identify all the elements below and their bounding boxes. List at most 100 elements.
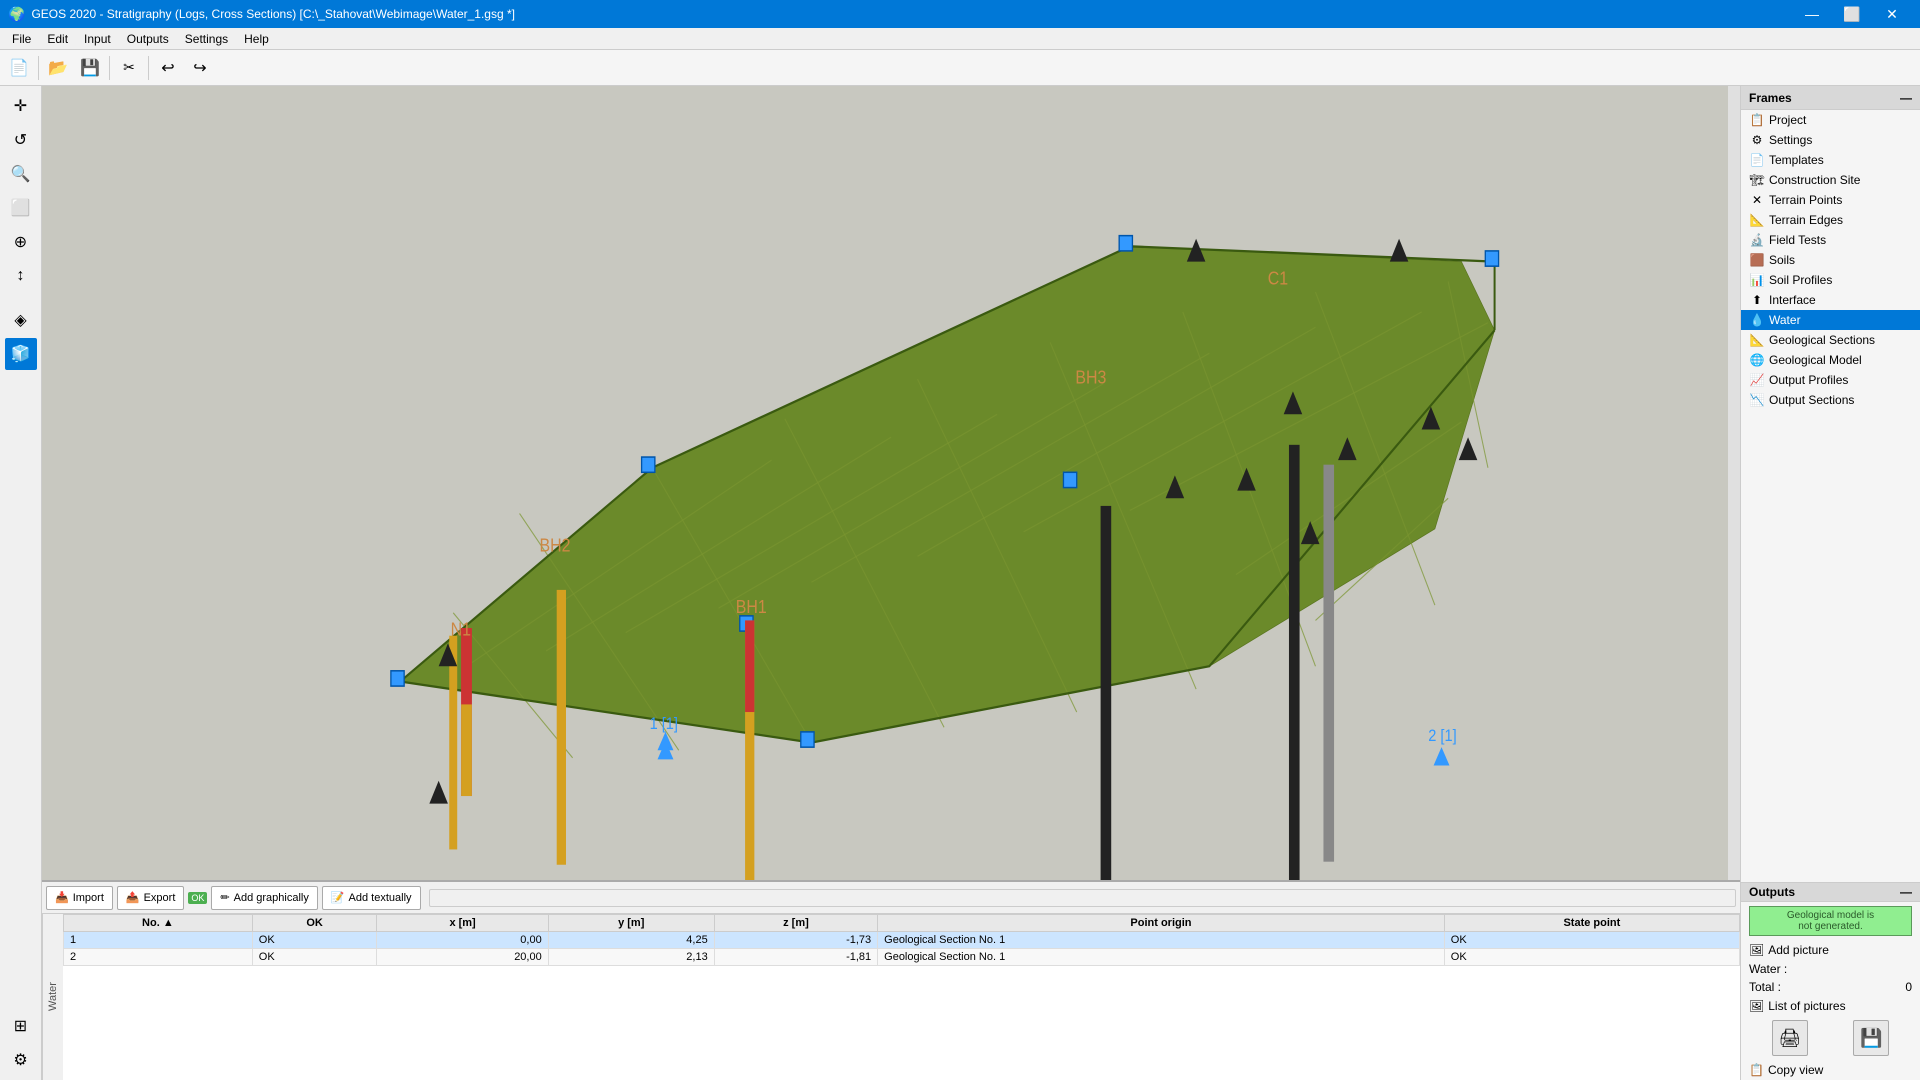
- bottom-scrollbar[interactable]: [429, 889, 1736, 907]
- window-controls: — ⬜ ✕: [1792, 0, 1912, 28]
- open-button[interactable]: 📂: [43, 54, 73, 82]
- export-button[interactable]: 📤 Export: [117, 886, 185, 910]
- title-bar: 🌍 GEOS 2020 - Stratigraphy (Logs, Cross …: [0, 0, 1920, 28]
- grid-tool-button[interactable]: ⊞: [5, 1010, 37, 1042]
- table-cell: 1: [64, 932, 253, 949]
- frame-icon: 📊: [1749, 273, 1765, 287]
- redo-button[interactable]: ↪: [185, 54, 215, 82]
- frame-item-field-tests[interactable]: 🔬Field Tests: [1741, 230, 1920, 250]
- import-button[interactable]: 📥 Import: [46, 886, 113, 910]
- col-x: x [m]: [377, 915, 548, 932]
- table-cell: 2: [64, 949, 253, 966]
- resize-tool-button[interactable]: ↕: [5, 260, 37, 292]
- frame-item-terrain-points[interactable]: ✕Terrain Points: [1741, 190, 1920, 210]
- add-textually-button[interactable]: 📝 Add textually: [322, 886, 421, 910]
- 3d-tool-button[interactable]: 🧊: [5, 338, 37, 370]
- toolbar-separator-1: [38, 56, 39, 80]
- col-y: y [m]: [548, 915, 714, 932]
- frame-label: Field Tests: [1769, 233, 1826, 247]
- table-cell: Geological Section No. 1: [878, 949, 1445, 966]
- list-pictures-item[interactable]: 🖼 List of pictures: [1741, 996, 1920, 1016]
- move-tool-button[interactable]: ✛: [5, 90, 37, 122]
- col-z: z [m]: [714, 915, 877, 932]
- frame-item-geological-model[interactable]: 🌐Geological Model: [1741, 350, 1920, 370]
- toolbar: 📄 📂 💾 ✂ ↩ ↪: [0, 50, 1920, 86]
- frame-label: Output Profiles: [1769, 373, 1848, 387]
- frames-collapse-icon[interactable]: —: [1900, 91, 1912, 105]
- frame-icon: 🌐: [1749, 353, 1765, 367]
- output-icon-row: 🖨 💾: [1741, 1016, 1920, 1060]
- table-body: 1OK0,004,25-1,73Geological Section No. 1…: [64, 932, 1740, 966]
- frame-item-output-profiles[interactable]: 📈Output Profiles: [1741, 370, 1920, 390]
- add-tool-button[interactable]: ⊕: [5, 226, 37, 258]
- menu-outputs[interactable]: Outputs: [119, 30, 177, 48]
- scene-svg: 1 [1] 2 [1] C1 BH3 BH2 BH1 N1: [42, 86, 1740, 880]
- select-tool-button[interactable]: ⬜: [5, 192, 37, 224]
- frame-label: Soils: [1769, 253, 1795, 267]
- snap-tool-button[interactable]: ◈: [5, 304, 37, 336]
- print-button[interactable]: 🖨: [1772, 1020, 1808, 1056]
- menu-bar: File Edit Input Outputs Settings Help: [0, 28, 1920, 50]
- col-origin: Point origin: [878, 915, 1445, 932]
- window-title: GEOS 2020 - Stratigraphy (Logs, Cross Se…: [31, 7, 515, 21]
- frame-label: Settings: [1769, 133, 1812, 147]
- table-cell: OK: [1444, 949, 1739, 966]
- copy-view-row[interactable]: 📋 Copy view: [1741, 1060, 1920, 1080]
- add-graphically-button[interactable]: ✏ Add graphically: [211, 886, 317, 910]
- frame-item-construction-site[interactable]: 🏗Construction Site: [1741, 170, 1920, 190]
- undo-button[interactable]: ↩: [153, 54, 183, 82]
- frame-item-interface[interactable]: ⬆ Interface: [1741, 290, 1920, 310]
- save-output-button[interactable]: 💾: [1853, 1020, 1889, 1056]
- frame-item-water[interactable]: 💧Water: [1741, 310, 1920, 330]
- frame-item-terrain-edges[interactable]: 📐Terrain Edges: [1741, 210, 1920, 230]
- svg-text:BH3: BH3: [1075, 367, 1106, 388]
- frame-icon: ✕: [1749, 193, 1765, 207]
- menu-settings[interactable]: Settings: [177, 30, 236, 48]
- viewport[interactable]: 1 [1] 2 [1] C1 BH3 BH2 BH1 N1: [42, 86, 1740, 880]
- table-row[interactable]: 1OK0,004,25-1,73Geological Section No. 1…: [64, 932, 1740, 949]
- frame-item-templates[interactable]: 📄Templates: [1741, 150, 1920, 170]
- frame-item-soil-profiles[interactable]: 📊 Soil Profiles: [1741, 270, 1920, 290]
- frame-icon: ⚙: [1749, 133, 1765, 147]
- menu-file[interactable]: File: [4, 30, 39, 48]
- scissor-button[interactable]: ✂: [114, 54, 144, 82]
- add-picture-item[interactable]: 🖼 Add picture: [1741, 940, 1920, 960]
- ok-badge: OK: [188, 892, 207, 904]
- minimize-button[interactable]: —: [1792, 0, 1832, 28]
- frame-item-soils[interactable]: 🟫Soils: [1741, 250, 1920, 270]
- viewport-scrollbar[interactable]: [1728, 86, 1740, 880]
- zoom-tool-button[interactable]: 🔍: [5, 158, 37, 190]
- frame-icon: ⬆: [1749, 293, 1765, 307]
- menu-help[interactable]: Help: [236, 30, 277, 48]
- close-button[interactable]: ✕: [1872, 0, 1912, 28]
- frame-item-output-sections[interactable]: 📉Output Sections: [1741, 390, 1920, 410]
- rotate-tool-button[interactable]: ↺: [5, 124, 37, 156]
- frame-item-geological-sections[interactable]: 📐Geological Sections: [1741, 330, 1920, 350]
- table-cell: OK: [1444, 932, 1739, 949]
- frame-icon: 📐: [1749, 333, 1765, 347]
- frame-label: Interface: [1769, 293, 1816, 307]
- save-button[interactable]: 💾: [75, 54, 105, 82]
- frame-item-project[interactable]: 📋Project: [1741, 110, 1920, 130]
- new-button[interactable]: 📄: [4, 54, 34, 82]
- toolbar-separator-3: [148, 56, 149, 80]
- menu-edit[interactable]: Edit: [39, 30, 76, 48]
- outputs-collapse-icon[interactable]: —: [1900, 885, 1912, 899]
- add-textually-icon: 📝: [331, 891, 345, 904]
- frame-icon: 📋: [1749, 113, 1765, 127]
- import-icon: 📥: [55, 891, 69, 904]
- maximize-button[interactable]: ⬜: [1832, 0, 1872, 28]
- menu-input[interactable]: Input: [76, 30, 119, 48]
- table-cell: -1,73: [714, 932, 877, 949]
- outputs-header: Outputs —: [1741, 883, 1920, 902]
- frame-item-settings[interactable]: ⚙ Settings: [1741, 130, 1920, 150]
- frame-label: Soil Profiles: [1769, 273, 1832, 287]
- settings-tool-button[interactable]: ⚙: [5, 1044, 37, 1076]
- frames-list: 📋Project ⚙ Settings 📄Templates🏗Construction…: [1741, 110, 1920, 882]
- add-picture-icon: 🖼: [1749, 943, 1764, 957]
- frame-icon: 📐: [1749, 213, 1765, 227]
- table-cell: 2,13: [548, 949, 714, 966]
- table-row[interactable]: 2OK20,002,13-1,81Geological Section No. …: [64, 949, 1740, 966]
- frame-icon: 📉: [1749, 393, 1765, 407]
- right-sidebar: Frames — 📋Project⚙Settings📄Templates🏗Con…: [1740, 86, 1920, 1080]
